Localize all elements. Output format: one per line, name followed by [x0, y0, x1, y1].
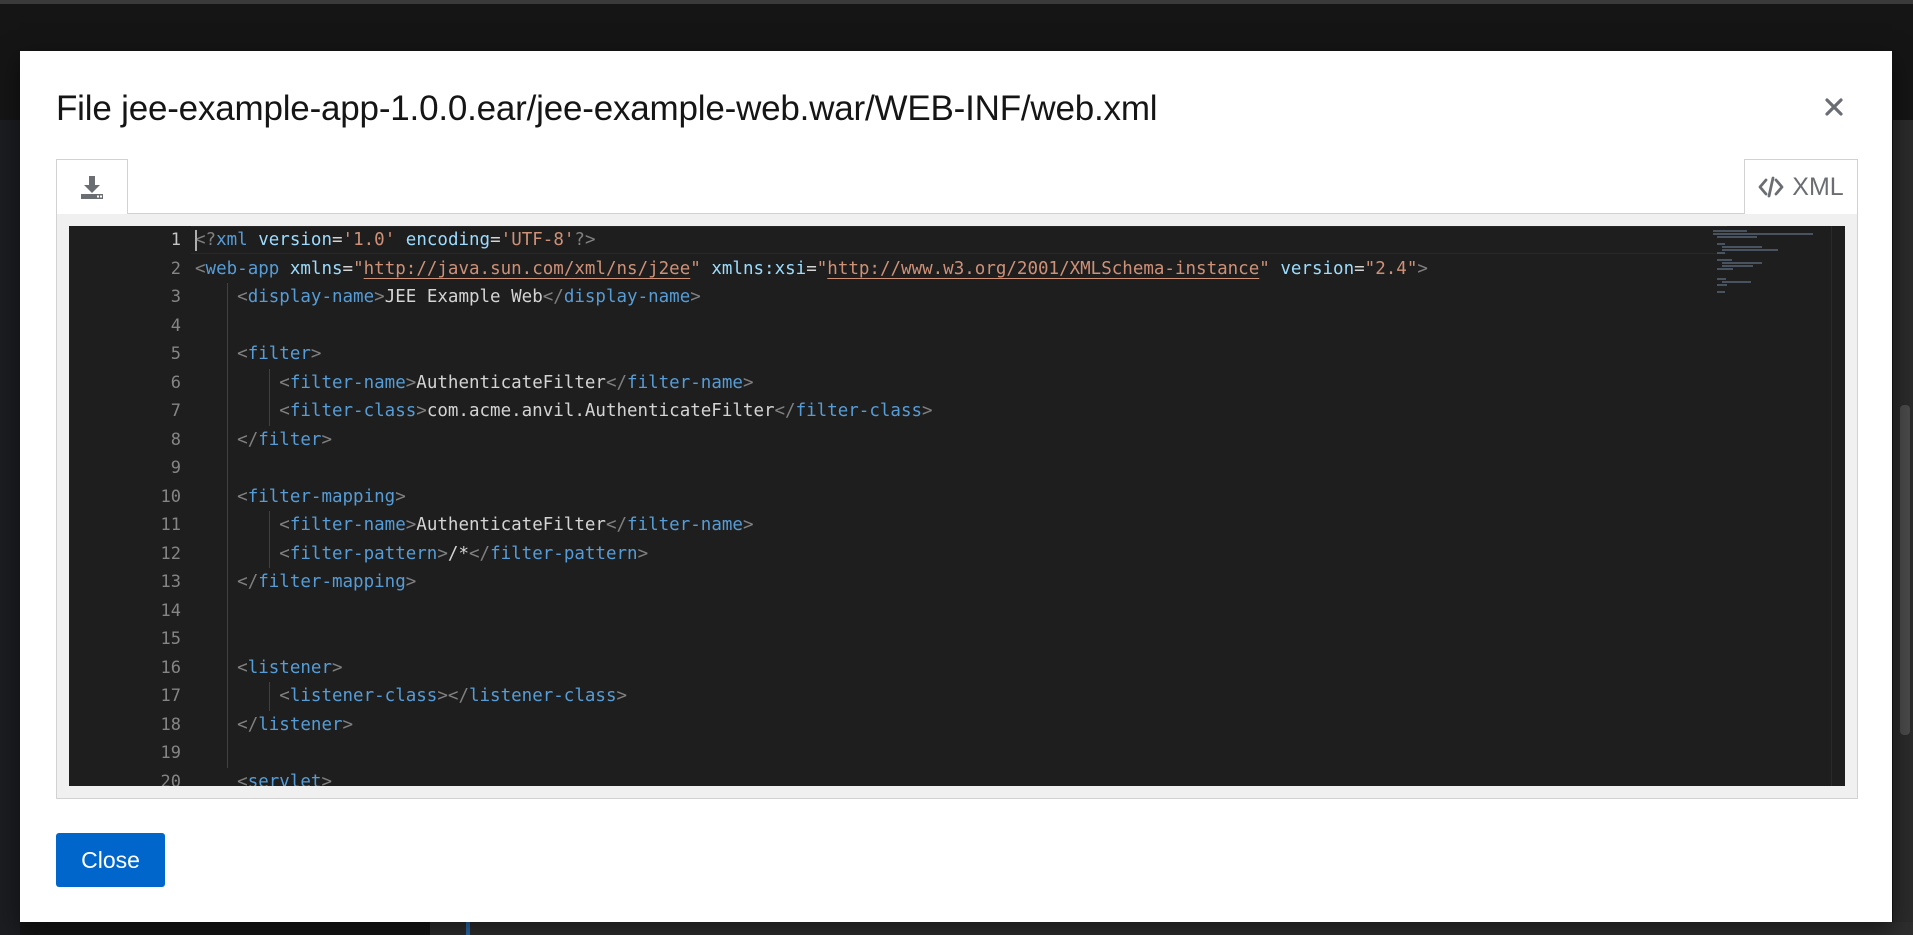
code-line: <web-app xmlns="http://java.sun.com/xml/…	[195, 258, 1428, 279]
minimap-line	[1713, 230, 1748, 232]
minimap-line	[1717, 258, 1732, 261]
line-number: 3	[170, 287, 181, 307]
code-line: <servlet>	[237, 771, 333, 787]
minimap-line	[1721, 246, 1763, 248]
file-modal: File jee-example-app-1.0.0.ear/jee-examp…	[20, 51, 1892, 922]
line-number: 7	[170, 401, 181, 421]
minimap-line	[1717, 242, 1725, 245]
line-number: 2	[170, 258, 181, 279]
line-number: 14	[160, 600, 181, 621]
app-footer-accent	[466, 922, 470, 935]
minimap-line	[1717, 236, 1757, 239]
app-topbar	[0, 0, 1913, 4]
line-number: 4	[170, 315, 181, 336]
minimap-line	[1717, 284, 1728, 287]
app-footer	[430, 922, 1913, 935]
line-number: 12	[160, 543, 181, 564]
line-number: 6	[170, 372, 181, 393]
code-view[interactable]: 1 2 3 4 5 6 7 8 9 10 11 12 13 14 15 16 17 18 19 20 <?xml ve…	[69, 226, 1845, 786]
code-lines: <?xml version='1.0' encoding='UTF-8'?> <w…	[195, 226, 1695, 786]
language-label: XML	[1744, 159, 1858, 215]
line-number: 10	[160, 486, 181, 507]
app-sidebar	[0, 120, 20, 935]
line-number: 16	[160, 657, 181, 678]
minimap-line	[1721, 262, 1763, 264]
download-icon	[81, 176, 103, 199]
line-number: 9	[170, 458, 181, 478]
code-line: <listener>	[237, 657, 343, 678]
minimap-line	[1717, 268, 1733, 271]
indent-guide	[269, 682, 271, 711]
line-number: 5	[170, 344, 181, 364]
code-line: </listener>	[237, 714, 354, 735]
code-line: </filter-mapping>	[237, 572, 417, 592]
minimap-line	[1717, 278, 1727, 280]
minimap-line	[1717, 252, 1726, 255]
code-line: <listener-class></listener-class>	[279, 686, 628, 706]
line-number: 11	[160, 515, 181, 535]
code-frame: 1 2 3 4 5 6 7 8 9 10 11 12 13 14 15 16 17 18 19 20 <?xml ve…	[56, 214, 1858, 799]
code-line: <display-name>JEE Example Web</display-n…	[237, 287, 701, 307]
modal-title: File jee-example-app-1.0.0.ear/jee-examp…	[56, 89, 1158, 128]
app-scrollbar	[1900, 405, 1910, 735]
line-number-gutter: 1 2 3 4 5 6 7 8 9 10 11 12 13 14 15 16 17 18 19 20	[69, 226, 191, 786]
code-line: <filter-class>com.acme.anvil.Authenticat…	[279, 401, 933, 421]
line-number: 8	[170, 429, 181, 450]
line-number: 19	[160, 743, 181, 763]
code-line: <filter>	[237, 344, 322, 364]
indent-guide	[269, 368, 271, 426]
code-line: </filter>	[237, 429, 332, 450]
line-number: 18	[160, 714, 181, 735]
line-number: 17	[160, 686, 181, 706]
minimap-line	[1721, 281, 1752, 284]
code-line: <filter-name>AuthenticateFilter</filter-…	[279, 372, 754, 393]
code-editor: XML 1 2 3 4 5 6 7 8 9 10 11 12 13 14 15 16 17 18 19 20 <?xm…	[56, 159, 1858, 799]
code-line: <?xml version='1.0' encoding='UTF-8'?>	[195, 230, 596, 250]
line-number: 1	[170, 230, 181, 250]
editor-toolbar: XML	[56, 159, 1858, 215]
code-line: <filter-pattern>/*</filter-pattern>	[279, 543, 649, 564]
editor-scrollbar[interactable]	[1831, 226, 1845, 786]
line-number: 15	[160, 629, 181, 649]
line-number: 20	[160, 771, 181, 787]
minimap-line	[1717, 290, 1726, 293]
language-text: XML	[1792, 172, 1844, 201]
minimap-line	[1721, 249, 1778, 252]
indent-guide	[269, 511, 271, 568]
text-cursor	[195, 230, 197, 251]
close-icon[interactable]	[1822, 95, 1846, 119]
minimap-line	[1721, 265, 1754, 268]
download-button[interactable]	[56, 159, 128, 215]
line-number: 13	[160, 572, 181, 592]
close-button[interactable]: Close	[56, 833, 165, 887]
indent-guide	[227, 283, 229, 768]
code-icon	[1758, 176, 1784, 198]
minimap-line	[1713, 233, 1813, 236]
code-line: <filter-name>AuthenticateFilter</filter-…	[279, 515, 754, 535]
minimap[interactable]	[1713, 226, 1829, 786]
